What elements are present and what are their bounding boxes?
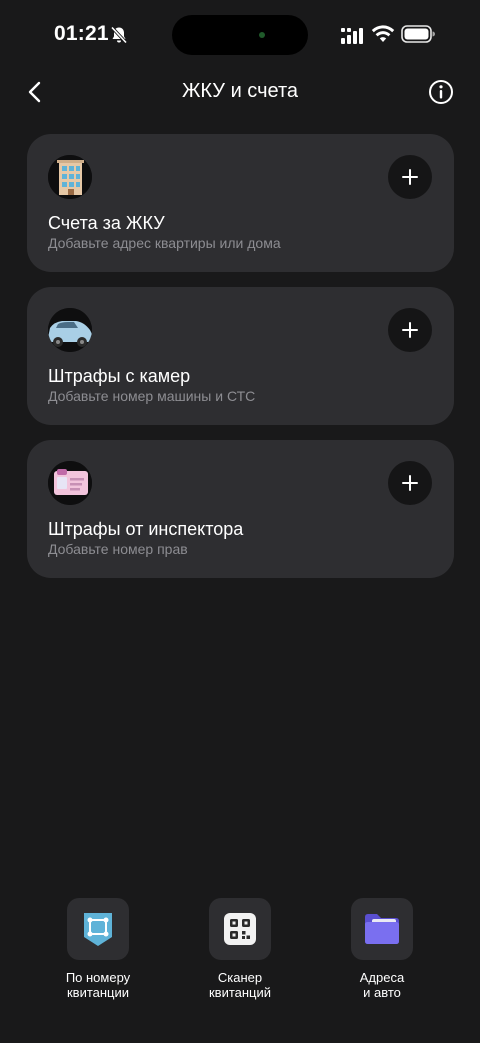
card-utilities[interactable]: Счета за ЖКУ Добавьте адрес квартиры или… bbox=[27, 134, 454, 272]
plus-icon bbox=[402, 169, 418, 185]
info-icon[interactable] bbox=[428, 79, 454, 105]
dynamic-island bbox=[172, 15, 308, 55]
nav-bar: ЖКУ и счета bbox=[0, 68, 480, 114]
bell-muted-icon bbox=[110, 26, 128, 44]
license-icon bbox=[48, 461, 92, 505]
action-label: По номеру bbox=[65, 970, 131, 985]
folder-icon bbox=[351, 898, 413, 960]
plus-icon bbox=[402, 475, 418, 491]
cellular-signal-icon bbox=[341, 28, 363, 44]
add-utilities-button[interactable] bbox=[388, 155, 432, 199]
action-label: и авто bbox=[363, 985, 401, 1000]
add-car-button[interactable] bbox=[388, 308, 432, 352]
card-title: Штрафы от инспектора bbox=[48, 519, 244, 539]
card-inspector-fines[interactable]: Штрафы от инспектора Добавьте номер прав bbox=[27, 440, 454, 578]
card-subtitle: Добавьте адрес квартиры или дома bbox=[48, 235, 281, 251]
card-title: Штрафы с камер bbox=[48, 366, 191, 386]
action-label: квитанций bbox=[208, 985, 272, 1000]
qr-scanner-icon bbox=[209, 898, 271, 960]
page-title: ЖКУ и счета bbox=[181, 80, 299, 102]
battery-icon bbox=[401, 25, 435, 43]
action-by-receipt-number[interactable]: По номеру квитанции bbox=[38, 898, 158, 1000]
plus-icon bbox=[402, 322, 418, 338]
card-title: Счета за ЖКУ bbox=[48, 213, 165, 233]
wifi-icon bbox=[371, 25, 395, 42]
status-bar: 01:21 bbox=[0, 0, 480, 70]
action-label: квитанции bbox=[66, 985, 130, 1000]
card-subtitle: Добавьте номер машины и СТС bbox=[48, 388, 256, 404]
action-label: Адреса bbox=[359, 970, 405, 985]
action-receipt-scanner[interactable]: Сканер квитанций bbox=[180, 898, 300, 1000]
building-icon bbox=[48, 155, 92, 199]
card-camera-fines[interactable]: Штрафы с камер Добавьте номер машины и С… bbox=[27, 287, 454, 425]
card-subtitle: Добавьте номер прав bbox=[48, 541, 188, 557]
status-time: 01:21 bbox=[54, 22, 109, 45]
action-label: Сканер bbox=[217, 970, 263, 985]
car-icon bbox=[48, 308, 92, 352]
receipt-number-icon bbox=[67, 898, 129, 960]
action-addresses-and-cars[interactable]: Адреса и авто bbox=[322, 898, 442, 1000]
add-license-button[interactable] bbox=[388, 461, 432, 505]
